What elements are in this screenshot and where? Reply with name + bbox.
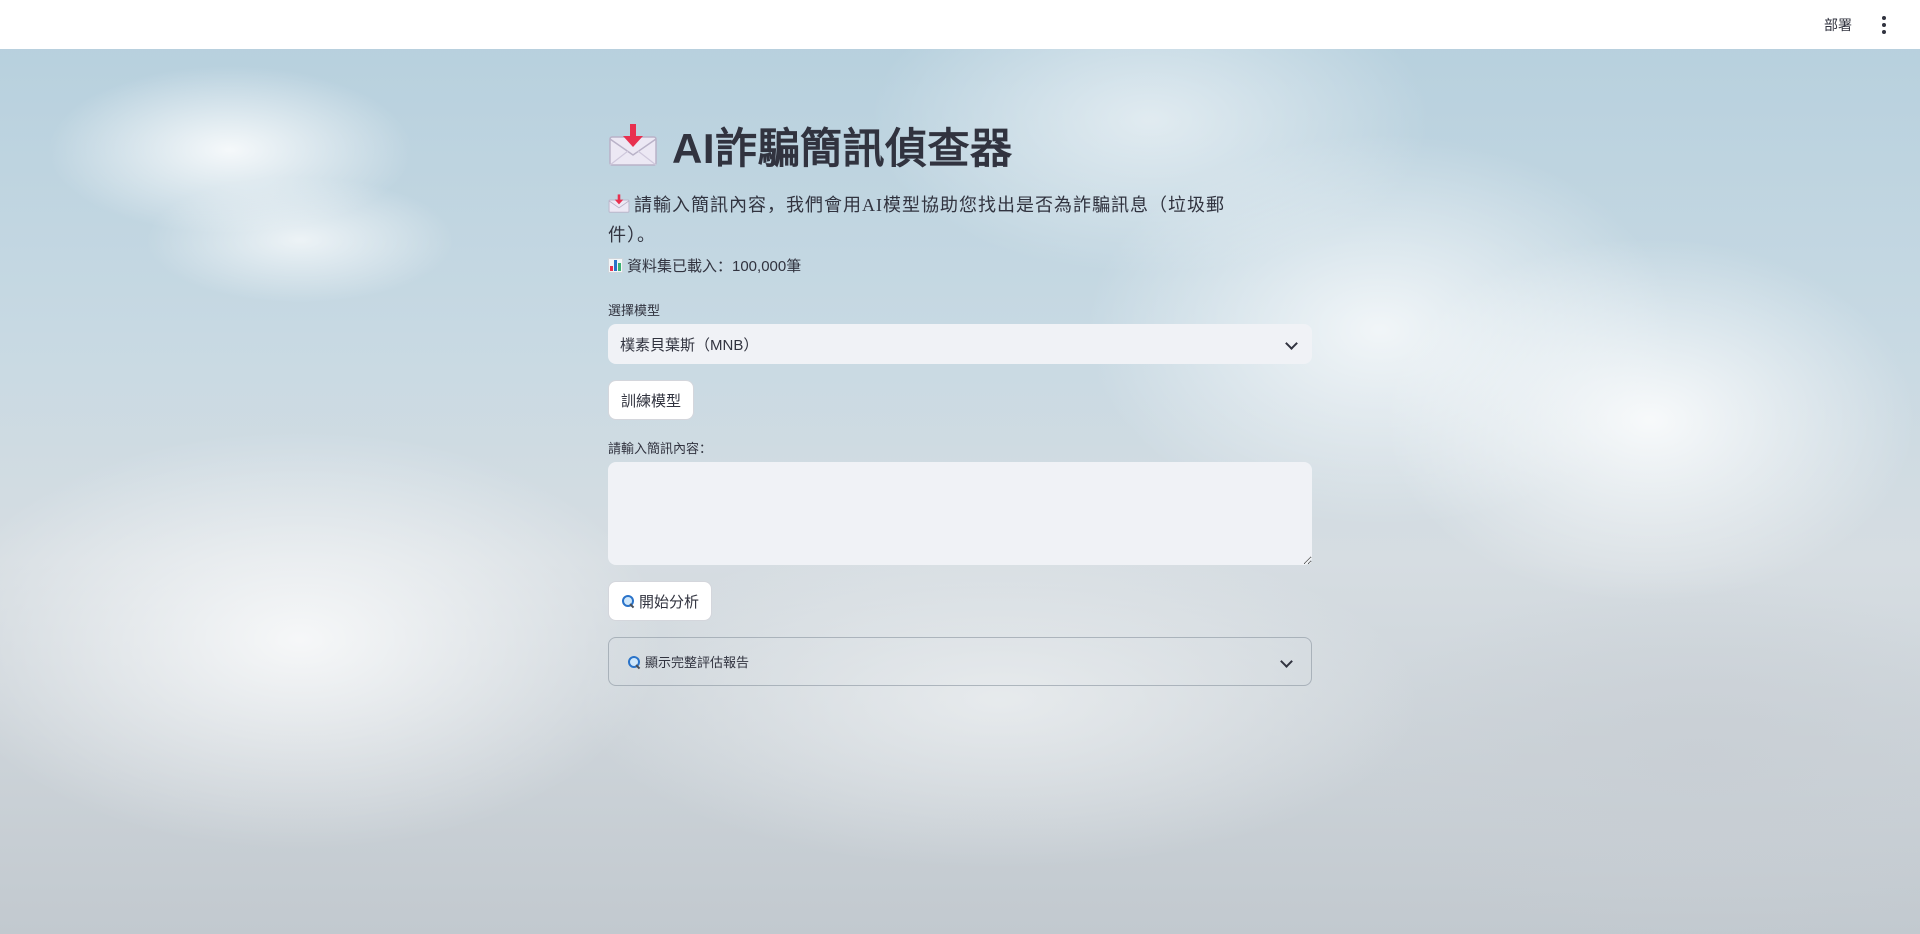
dataset-status: 資料集已載入：100,000筆 — [608, 252, 1312, 278]
deploy-button[interactable]: 部署 — [1822, 11, 1854, 39]
magnifier-icon — [621, 594, 635, 608]
report-expander-label: 顯示完整評估報告 — [645, 655, 750, 670]
page-title: AI詐騙簡訊偵查器 — [672, 124, 1013, 172]
intro-text: 請輸入簡訊內容，我們會用AI模型協助您找出是否為詐騙訊息（垃圾郵件）。 — [608, 190, 1258, 250]
main-content: AI詐騙簡訊偵查器 請輸入簡訊內容，我們會用AI模型協助您找出是否為詐騙訊息（垃… — [608, 110, 1312, 686]
bar-chart-icon — [608, 257, 623, 273]
vertical-dots-icon[interactable] — [1874, 15, 1894, 35]
envelope-with-arrow-icon — [608, 192, 630, 213]
dataset-text: 資料集已載入：100,000筆 — [627, 257, 802, 275]
chevron-down-icon — [1284, 337, 1298, 351]
model-select-label: 選擇模型 — [608, 303, 661, 318]
envelope-with-arrow-icon — [608, 123, 658, 167]
report-expander-header: 顯示完整評估報告 — [627, 652, 749, 671]
train-model-button[interactable]: 訓練模型 — [608, 380, 695, 420]
analyze-button[interactable]: 開始分析 — [608, 581, 713, 621]
analyze-button-label: 開始分析 — [639, 593, 700, 611]
model-select-value: 樸素貝葉斯（MNB） — [620, 336, 759, 354]
chevron-down-icon — [1279, 655, 1293, 669]
report-expander[interactable]: 顯示完整評估報告 — [608, 637, 1312, 686]
intro-message: 請輸入簡訊內容，我們會用AI模型協助您找出是否為詐騙訊息（垃圾郵件）。 — [608, 195, 1225, 245]
magnifier-icon — [627, 655, 641, 669]
message-input[interactable] — [608, 462, 1312, 565]
app-header: 部署 — [0, 0, 1920, 49]
title-row: AI詐騙簡訊偵查器 — [608, 110, 1312, 180]
message-input-label: 請輸入簡訊內容： — [608, 441, 713, 456]
model-select[interactable]: 樸素貝葉斯（MNB） — [608, 324, 1312, 364]
